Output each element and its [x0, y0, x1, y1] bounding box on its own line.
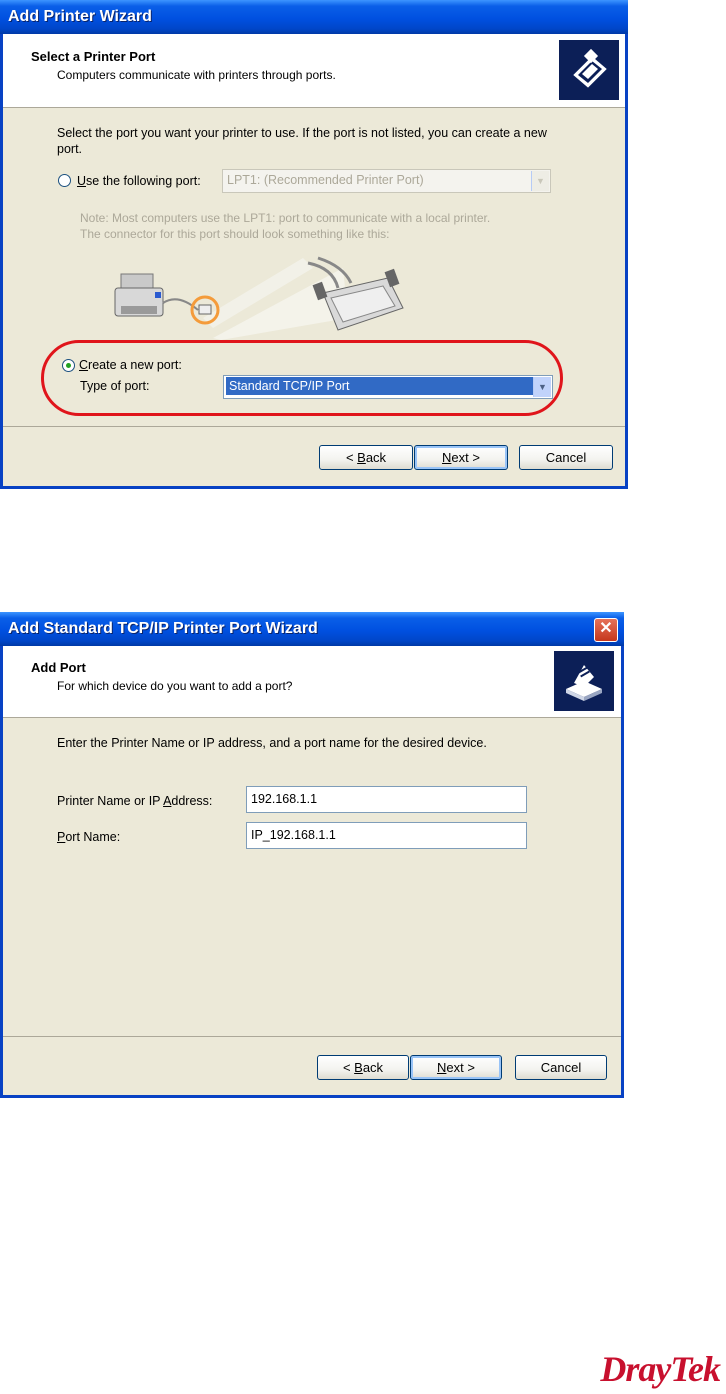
- port-name-input[interactable]: IP_192.168.1.1: [246, 822, 527, 849]
- note-line-2: The connector for this port should look …: [80, 227, 390, 241]
- type-of-port-label: Type of port:: [80, 379, 150, 393]
- window-border-right: [621, 646, 624, 1098]
- chevron-down-icon[interactable]: ▼: [533, 377, 551, 397]
- existing-port-select: LPT1: (Recommended Printer Port) ▼: [222, 169, 551, 193]
- printer-address-input[interactable]: 192.168.1.1: [246, 786, 527, 813]
- wizard-footer: < Back Next > Cancel: [3, 426, 625, 487]
- instruction-text: Select the port you want your printer to…: [57, 126, 547, 156]
- create-new-port-label[interactable]: Create a new port:: [79, 358, 182, 372]
- close-button[interactable]: ✕: [594, 618, 618, 642]
- window-title: Add Printer Wizard: [0, 0, 628, 34]
- add-printer-wizard-window: Add Printer Wizard Select a Printer Port…: [0, 0, 628, 489]
- header-title: Add Port: [31, 660, 86, 675]
- wizard-body: Enter the Printer Name or IP address, an…: [3, 718, 621, 1036]
- wizard-footer: < Back Next > Cancel: [3, 1036, 621, 1095]
- wizard-header: Select a Printer Port Computers communic…: [3, 34, 625, 108]
- close-icon[interactable]: ✕: [599, 620, 612, 637]
- back-button[interactable]: < Back: [317, 1055, 409, 1080]
- wizard-body: Select the port you want your printer to…: [3, 108, 625, 424]
- connector-illustration: [114, 256, 404, 340]
- wizard-header: Add Port For which device do you want to…: [3, 646, 621, 718]
- window-title: Add Standard TCP/IP Printer Port Wizard: [0, 612, 624, 646]
- use-existing-port-radio[interactable]: [58, 174, 71, 187]
- cancel-button[interactable]: Cancel: [515, 1055, 607, 1080]
- cancel-button[interactable]: Cancel: [519, 445, 613, 470]
- header-subtitle: For which device do you want to add a po…: [57, 679, 293, 693]
- header-subtitle: Computers communicate with printers thro…: [57, 68, 336, 82]
- printer-address-label: Printer Name or IP Address:: [57, 794, 213, 808]
- port-name-label: Port Name:: [57, 830, 121, 844]
- window-border-bottom: [0, 1095, 624, 1098]
- tcpip-port-wizard-window: Add Standard TCP/IP Printer Port Wizard …: [0, 612, 624, 1098]
- instruction-text: Enter the Printer Name or IP address, an…: [57, 736, 487, 750]
- port-type-select[interactable]: Standard TCP/IP Port ▼: [223, 375, 553, 399]
- use-existing-port-label[interactable]: Use the following port:: [77, 174, 201, 188]
- back-button[interactable]: < Back: [319, 445, 413, 470]
- note-line-1: Note: Most computers use the LPT1: port …: [80, 211, 491, 225]
- next-button[interactable]: Next >: [410, 1055, 502, 1080]
- create-new-port-radio[interactable]: [62, 359, 75, 372]
- chevron-down-icon: ▼: [531, 171, 549, 191]
- window-border-right: [625, 34, 628, 489]
- network-printer-icon: [554, 651, 614, 711]
- header-title: Select a Printer Port: [31, 49, 156, 64]
- next-button[interactable]: Next >: [414, 445, 508, 470]
- draytek-logo: DrayTek: [600, 1349, 721, 1389]
- printer-port-icon: [559, 40, 619, 100]
